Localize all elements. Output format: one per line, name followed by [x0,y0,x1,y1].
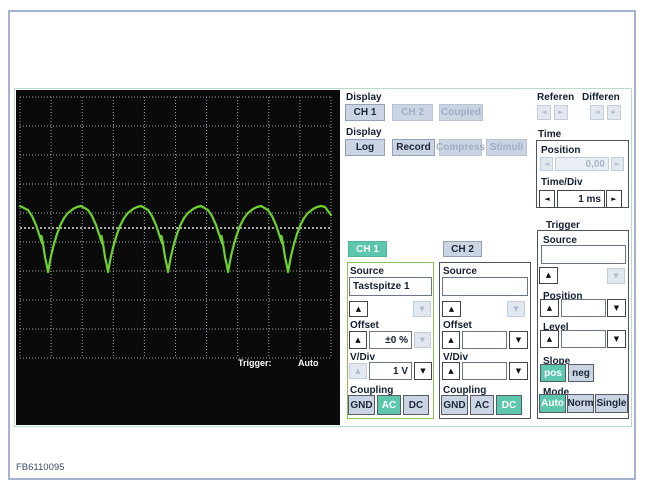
display-compress-button[interactable]: Compress [439,139,482,156]
display-log-button[interactable]: Log [345,139,385,156]
tab-ch1[interactable]: CH 1 [348,241,387,257]
reference-right-button[interactable]: ► [554,105,568,120]
ch2-offset-field[interactable] [462,331,507,349]
ch1-vdiv-field[interactable] [369,362,412,380]
time-div-right-button[interactable]: ► [606,190,622,208]
time-position-right-button[interactable]: ► [611,157,624,171]
trigger-source-up-button[interactable]: ▲ [539,267,558,284]
display-channels-label: Display [346,92,382,103]
ch1-offset-up-button[interactable]: ▲ [349,331,367,349]
difference-right-button[interactable]: ► [607,105,621,120]
trigger-mode-norm-button[interactable]: Norm [567,394,594,413]
figure-page: FB6110095 Trigger: Auto Display CH 1 CH … [0,0,646,491]
ch2-coupling-gnd-button[interactable]: GND [441,395,468,415]
ch1-coupling-ac-button[interactable]: AC [377,395,401,415]
trigger-status-label: Trigger: [238,358,272,368]
scope-display: Trigger: Auto [16,90,340,425]
trigger-source-field[interactable] [541,245,626,264]
ch1-offset-down-button[interactable]: ▼ [414,332,431,348]
display-record-button[interactable]: Record [392,139,435,156]
ch1-vdiv-down-button[interactable]: ▼ [414,362,432,380]
time-position-field[interactable] [555,157,609,171]
display-coupled-button[interactable]: Coupled [439,104,483,121]
time-div-label: Time/Div [541,177,583,188]
ch2-offset-down-button[interactable]: ▼ [509,331,528,349]
trigger-mode-auto-button[interactable]: Auto [539,394,566,413]
ch2-source-up-button[interactable]: ▲ [442,301,461,317]
trigger-position-field[interactable] [561,299,606,317]
ch2-source-field[interactable] [442,277,528,296]
ch2-coupling-ac-button[interactable]: AC [470,395,494,415]
time-position-label: Position [541,145,580,156]
trigger-position-down-button[interactable]: ▼ [607,299,626,317]
ch2-offset-up-button[interactable]: ▲ [442,331,460,349]
trigger-level-down-button[interactable]: ▼ [607,330,626,348]
ch1-source-up-button[interactable]: ▲ [349,301,368,317]
trigger-slope-neg-button[interactable]: neg [568,364,594,382]
ch1-source-field[interactable] [349,277,432,296]
reference-label: Referen [537,92,574,103]
trigger-slope-pos-button[interactable]: pos [540,364,566,382]
trigger-level-up-button[interactable]: ▲ [540,330,559,348]
ch1-vdiv-up-button[interactable]: ▲ [349,363,367,379]
display-stimuli-button[interactable]: Stimuli [486,139,527,156]
ch2-source-down-button[interactable]: ▼ [507,301,525,317]
ch1-source-down-button[interactable]: ▼ [413,301,431,317]
ch2-offset-label: Offset [443,320,472,331]
time-position-left-button[interactable]: ◄ [540,157,553,171]
difference-label: Differen [582,92,620,103]
ch1-offset-label: Offset [350,320,379,331]
ch1-coupling-dc-button[interactable]: DC [403,395,429,415]
trigger-mode-single-button[interactable]: Single [595,394,628,413]
display-modes-label: Display [346,127,382,138]
display-ch2-button[interactable]: CH 2 [392,104,433,121]
trigger-status-value: Auto [298,358,319,368]
reference-left-button[interactable]: ◄ [537,105,551,120]
trigger-level-field[interactable] [561,330,606,348]
figure-code-label: FB6110095 [16,462,64,473]
ch2-vdiv-field[interactable] [462,362,507,380]
tab-ch2[interactable]: CH 2 [443,241,482,257]
trigger-position-up-button[interactable]: ▲ [540,299,559,317]
difference-left-button[interactable]: ◄ [590,105,604,120]
ch2-coupling-dc-button[interactable]: DC [496,395,522,415]
display-ch1-button[interactable]: CH 1 [345,104,385,121]
scope-graticule [16,90,340,425]
ch2-vdiv-down-button[interactable]: ▼ [509,362,528,380]
ch2-source-label: Source [443,266,477,277]
ch1-source-label: Source [350,266,384,277]
ch1-coupling-gnd-button[interactable]: GND [348,395,375,415]
time-div-left-button[interactable]: ◄ [539,190,555,208]
time-group-label: Time [538,129,561,140]
ch1-offset-field[interactable] [369,331,412,349]
trigger-source-down-button[interactable]: ▼ [607,268,625,284]
ch2-vdiv-up-button[interactable]: ▲ [442,362,460,380]
time-div-field[interactable] [557,190,605,208]
